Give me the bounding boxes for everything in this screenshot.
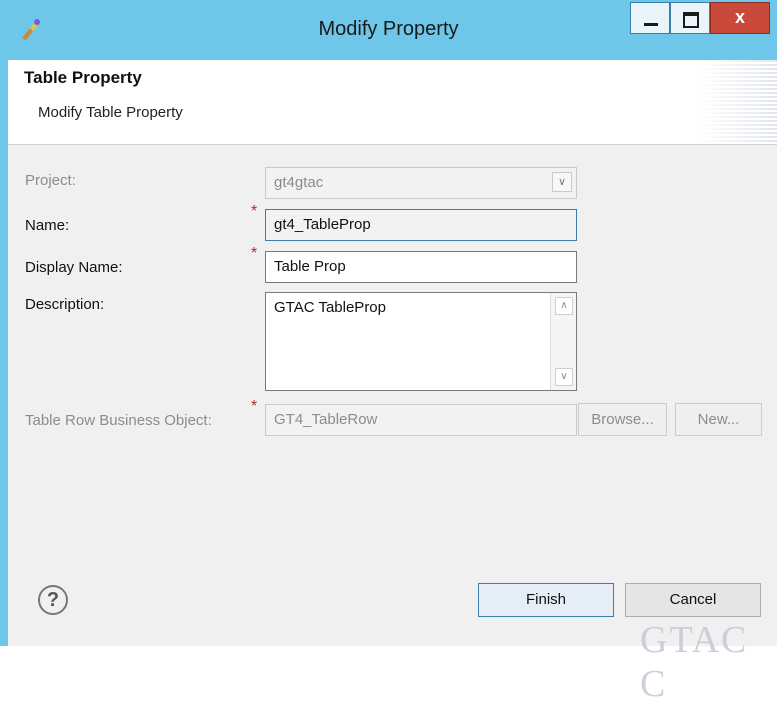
required-marker: * [251,203,258,220]
dialog-content: Table Property Modify Table Property Pro… [8,60,777,646]
scroll-down-icon[interactable]: ∨ [555,368,573,386]
required-marker: * [251,245,258,262]
display-name-label: Display Name: [25,259,123,276]
chevron-down-icon: ∨ [552,172,572,192]
close-icon: x [734,7,745,27]
maximize-button[interactable] [670,2,710,34]
name-label: Name: [25,217,70,234]
banner-graphic [697,60,777,144]
banner-subtitle: Modify Table Property [38,104,183,121]
required-marker: * [251,398,258,415]
close-button[interactable]: x [710,2,770,34]
header-banner: Table Property Modify Table Property [8,60,777,145]
description-label: Description: [25,296,105,313]
title-bar[interactable]: Modify Property x [0,0,777,60]
cancel-button[interactable]: Cancel [625,583,761,617]
project-combo: gt4gtac ∨ [265,167,577,199]
watermark: GTAC C [640,619,749,705]
project-label: Project: [25,172,76,189]
help-icon[interactable]: ? [38,585,68,615]
description-scrollbar[interactable]: ∧ ∨ [550,293,576,390]
name-input[interactable]: gt4_TableProp [265,209,577,241]
description-textarea[interactable]: GTAC TableProp ∧ ∨ [265,292,577,391]
display-name-input[interactable]: Table Prop [265,251,577,283]
dialog-window: Modify Property x Table Property Modify … [0,0,777,705]
new-button[interactable]: New... [675,403,762,436]
table-row-bo-input: GT4_TableRow [265,404,577,436]
banner-title: Table Property [24,68,142,87]
browse-button[interactable]: Browse... [578,403,667,436]
description-value: GTAC TableProp [274,299,386,316]
table-row-bo-label: Table Row Business Object: [25,412,212,429]
minimize-button[interactable] [630,2,670,34]
project-value: gt4gtac [274,174,324,191]
scroll-up-icon[interactable]: ∧ [555,297,573,315]
finish-button[interactable]: Finish [478,583,614,617]
